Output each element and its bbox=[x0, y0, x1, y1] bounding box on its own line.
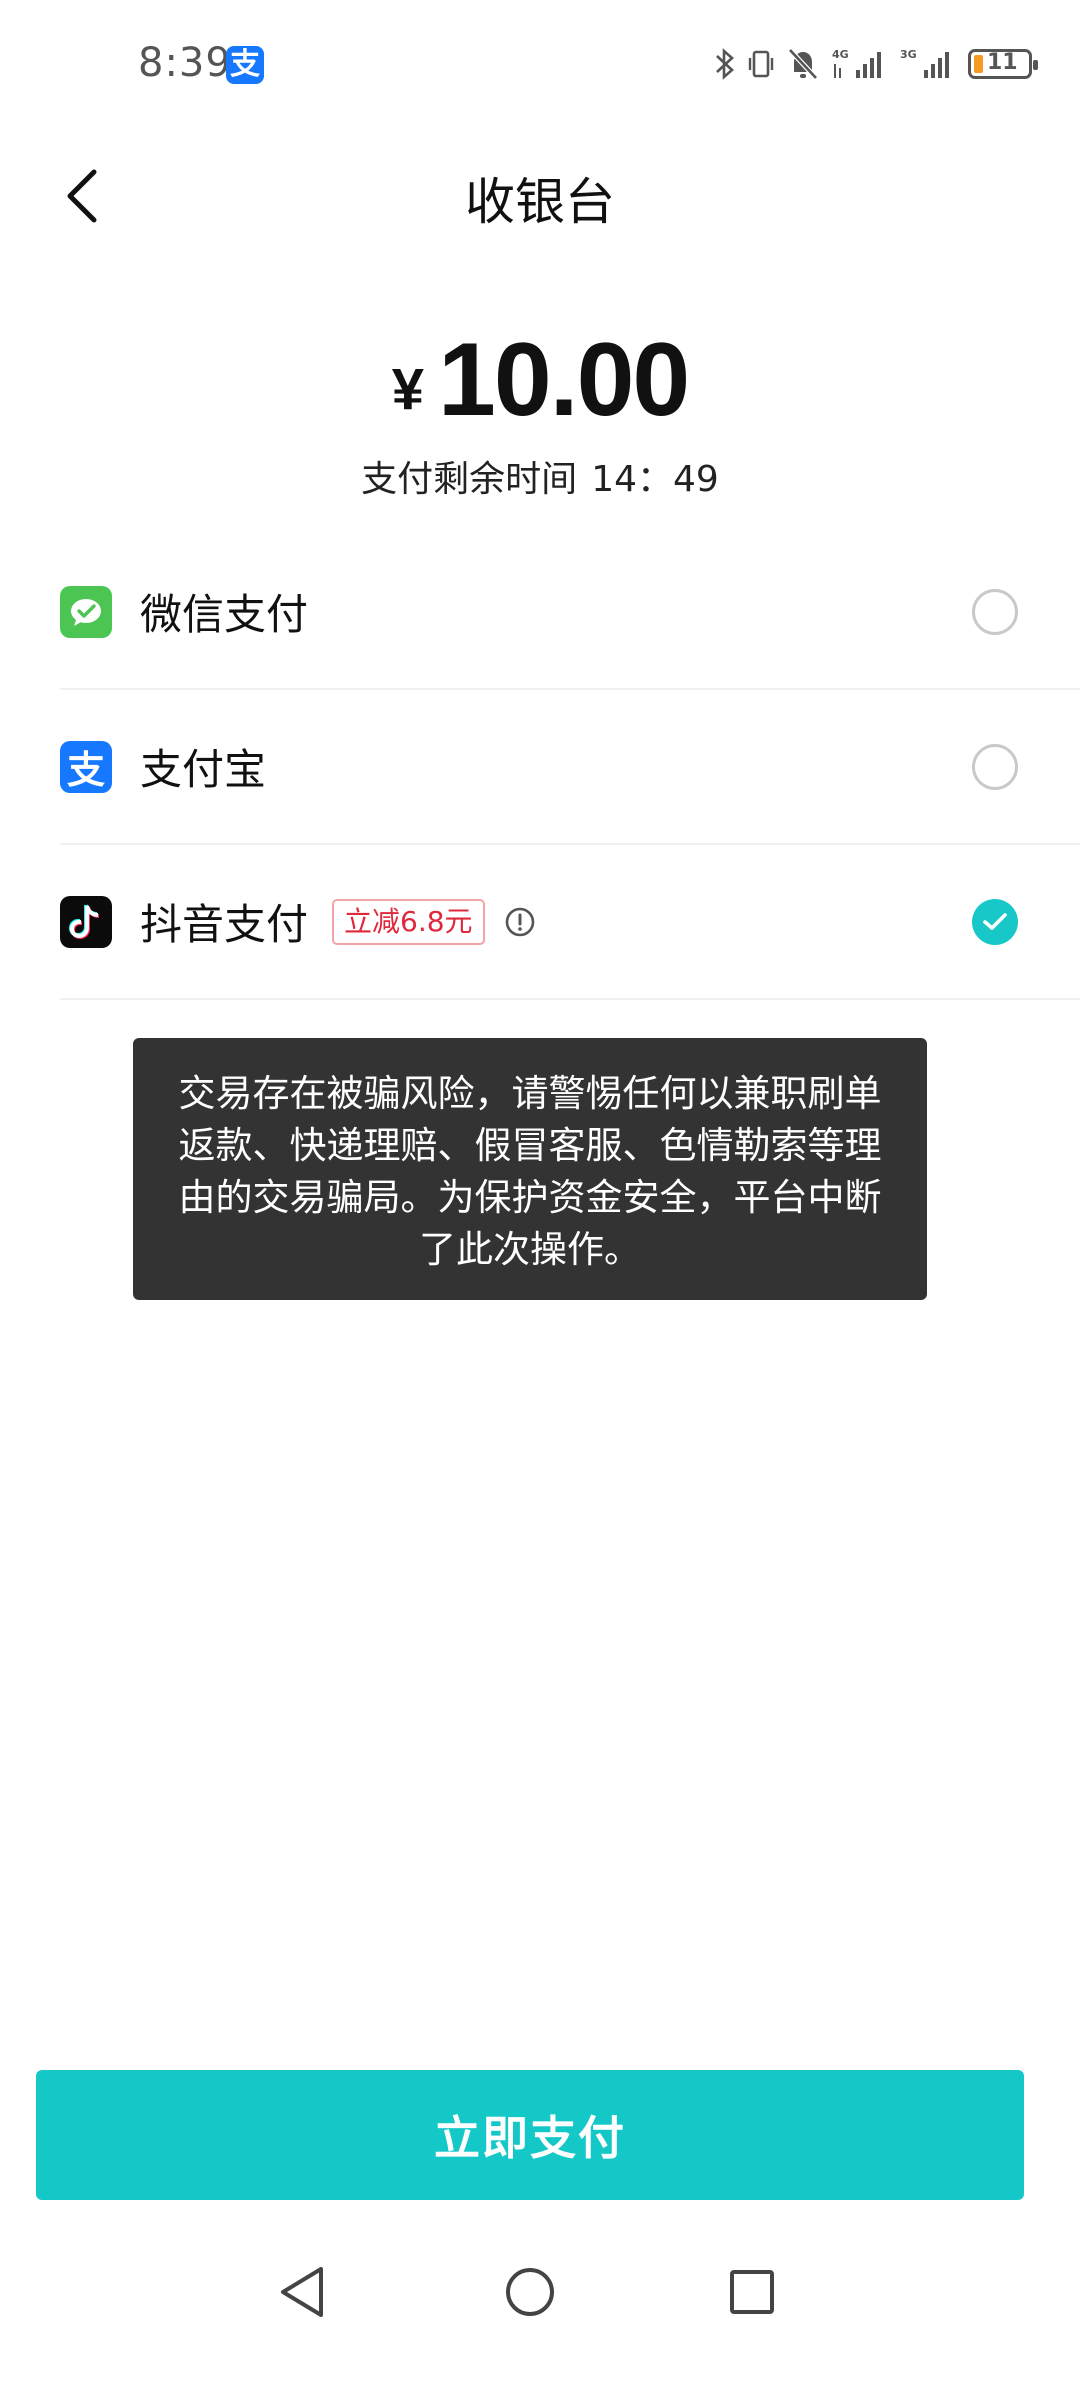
radio-button[interactable] bbox=[972, 743, 1018, 790]
alipay-notification-icon: 支 bbox=[226, 46, 264, 84]
signal-3g-icon: 3G bbox=[900, 48, 949, 78]
nav-back-button[interactable] bbox=[272, 2262, 332, 2322]
page-title: 收银台 bbox=[465, 173, 615, 231]
amount-value: 10.00 bbox=[438, 322, 690, 438]
status-bar: 8:39 支 4G 3G 11 bbox=[0, 0, 1080, 130]
alipay-icon: 支 bbox=[60, 740, 112, 793]
battery-icon: 11 bbox=[968, 49, 1038, 79]
battery-level: 11 bbox=[987, 50, 1018, 75]
battery-fill bbox=[974, 55, 983, 73]
check-icon bbox=[983, 912, 1007, 930]
vibrate-icon bbox=[748, 50, 774, 78]
nav-recents-button[interactable] bbox=[722, 2262, 782, 2322]
bluetooth-icon bbox=[716, 48, 734, 80]
countdown-time: 14：49 bbox=[591, 459, 719, 500]
payment-method-list: 微信支付 支 支付宝 抖音支付 立减6.8元 bbox=[60, 535, 1080, 1000]
currency-symbol: ¥ bbox=[391, 357, 424, 422]
risk-warning-toast: 交易存在被骗风险，请警惕任何以兼职刷单返款、快递理赔、假冒客服、色情勒索等理由的… bbox=[133, 1038, 927, 1300]
info-icon[interactable] bbox=[503, 905, 537, 939]
header: 收银台 bbox=[0, 140, 1080, 250]
network-label-4g: 4G bbox=[832, 48, 849, 61]
triangle-back-icon bbox=[281, 2267, 323, 2317]
payment-countdown: 支付剩余时间 14：49 bbox=[0, 450, 1080, 502]
payment-option-wechat[interactable]: 微信支付 bbox=[60, 535, 1080, 690]
payment-option-label: 微信支付 bbox=[140, 590, 309, 639]
network-label-3g: 3G bbox=[900, 48, 917, 61]
wechat-pay-icon bbox=[60, 585, 112, 638]
system-navigation-bar bbox=[0, 2240, 1080, 2340]
radio-button-checked[interactable] bbox=[972, 898, 1018, 945]
discount-badge: 立减6.8元 bbox=[332, 898, 485, 945]
payment-option-douyin[interactable]: 抖音支付 立减6.8元 bbox=[60, 845, 1080, 1000]
countdown-label: 支付剩余时间 bbox=[361, 459, 578, 500]
nav-home-button[interactable] bbox=[500, 2262, 560, 2322]
douyin-pay-icon bbox=[60, 895, 112, 948]
radio-button[interactable] bbox=[972, 588, 1018, 635]
payment-option-label: 支付宝 bbox=[140, 745, 267, 794]
signal-4g-icon: 4G bbox=[832, 48, 881, 78]
payment-amount: ¥ 10.00 bbox=[0, 315, 1080, 435]
circle-home-icon bbox=[506, 2268, 554, 2316]
bell-off-icon bbox=[788, 48, 818, 80]
status-time: 8:39 bbox=[138, 40, 232, 86]
payment-option-alipay[interactable]: 支 支付宝 bbox=[60, 690, 1080, 845]
pay-now-button[interactable]: 立即支付 bbox=[36, 2070, 1024, 2200]
status-icons: 4G 3G 11 bbox=[714, 44, 1038, 84]
payment-option-label: 抖音支付 bbox=[140, 900, 309, 949]
square-recents-icon bbox=[730, 2270, 774, 2314]
